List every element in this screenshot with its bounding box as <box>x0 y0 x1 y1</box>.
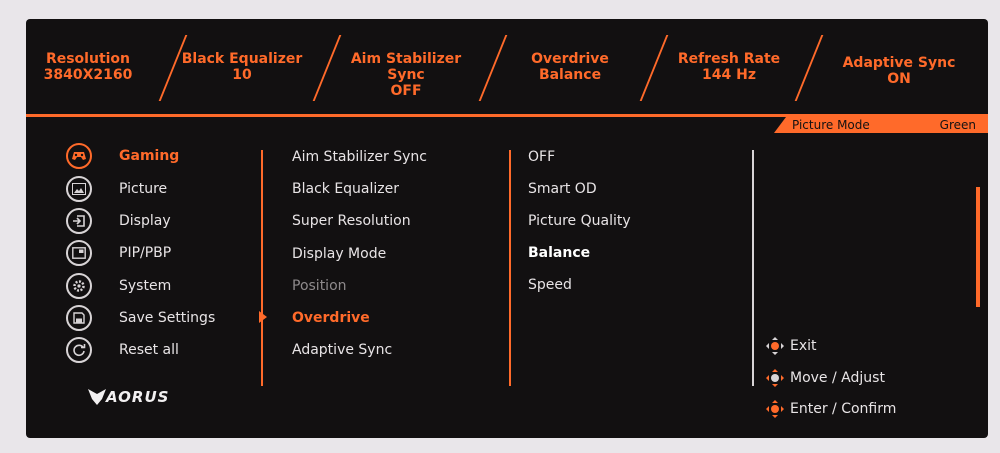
picture-icon <box>66 176 92 202</box>
option-off[interactable]: OFF <box>528 148 555 166</box>
eagle-icon <box>88 389 106 405</box>
setting-adaptive-sync[interactable]: Adaptive Sync <box>292 341 392 359</box>
status-refresh-rate: Refresh Rate 144 Hz <box>654 51 804 83</box>
menu-label: System <box>119 278 172 294</box>
status-bar: Resolution 3840X2160 Black Equalizer 10 … <box>26 19 988 115</box>
status-label: Resolution <box>45 51 131 67</box>
input-icon <box>66 208 92 234</box>
selection-arrow-icon <box>259 311 267 323</box>
status-overdrive: Overdrive Balance <box>495 51 645 83</box>
osd-menu: Resolution 3840X2160 Black Equalizer 10 … <box>26 19 988 438</box>
status-value: 144 Hz <box>702 67 756 83</box>
header-divider <box>26 114 988 117</box>
help-text: Move / Adjust <box>790 370 885 386</box>
column-divider <box>261 150 263 386</box>
column-divider <box>509 150 511 386</box>
menu-label: Gaming <box>119 148 180 164</box>
gamepad-icon <box>66 143 92 169</box>
help-text: Enter / Confirm <box>790 401 897 417</box>
status-label: Black Equalizer <box>181 51 303 67</box>
brand-text: AORUS <box>106 388 170 406</box>
status-value: Balance <box>538 67 602 83</box>
status-value: 3840X2160 <box>43 67 133 83</box>
status-value: 10 <box>232 67 252 83</box>
menu-label: Save Settings <box>119 310 216 326</box>
reset-icon <box>66 337 92 363</box>
picture-mode-label: Picture Mode <box>792 118 870 132</box>
menu-label: Reset all <box>119 342 179 358</box>
menu-label: Display <box>119 213 171 229</box>
aorus-logo: AORUS <box>88 385 182 409</box>
status-resolution: Resolution 3840X2160 <box>26 51 163 83</box>
setting-aim-stabilizer-sync[interactable]: Aim Stabilizer Sync <box>292 148 427 166</box>
status-label: Aim Stabilizer Sync <box>350 51 462 83</box>
picture-mode-value: Green <box>939 118 976 132</box>
setting-black-equalizer[interactable]: Black Equalizer <box>292 180 399 198</box>
setting-position: Position <box>292 278 347 294</box>
option-smart-od[interactable]: Smart OD <box>528 180 597 198</box>
option-balance[interactable]: Balance <box>528 244 590 262</box>
menu-label: PIP/PBP <box>119 245 172 261</box>
joystick-icon <box>766 337 784 355</box>
menu-label: Picture <box>119 181 168 197</box>
setting-overdrive[interactable]: Overdrive <box>292 309 370 327</box>
status-label: Refresh Rate <box>677 51 781 67</box>
joystick-icon <box>766 400 784 418</box>
option-picture-quality[interactable]: Picture Quality <box>528 212 631 230</box>
help-text: Exit <box>790 338 817 354</box>
status-aim-stabilizer: Aim Stabilizer Sync OFF <box>331 51 481 99</box>
gear-icon <box>66 273 92 299</box>
setting-super-resolution[interactable]: Super Resolution <box>292 212 411 230</box>
status-label: Overdrive <box>531 51 609 67</box>
status-value: OFF <box>390 83 422 99</box>
status-adaptive-sync: Adaptive Sync ON <box>824 55 974 87</box>
joystick-icon <box>766 369 784 387</box>
setting-display-mode[interactable]: Display Mode <box>292 245 386 263</box>
column-divider <box>752 150 754 386</box>
status-value: ON <box>887 71 911 87</box>
option-speed[interactable]: Speed <box>528 276 572 294</box>
scroll-indicator <box>976 187 980 307</box>
save-icon <box>66 305 92 331</box>
status-black-equalizer: Black Equalizer 10 <box>167 51 317 83</box>
pip-icon <box>66 240 92 266</box>
status-label: Adaptive Sync <box>842 55 956 71</box>
